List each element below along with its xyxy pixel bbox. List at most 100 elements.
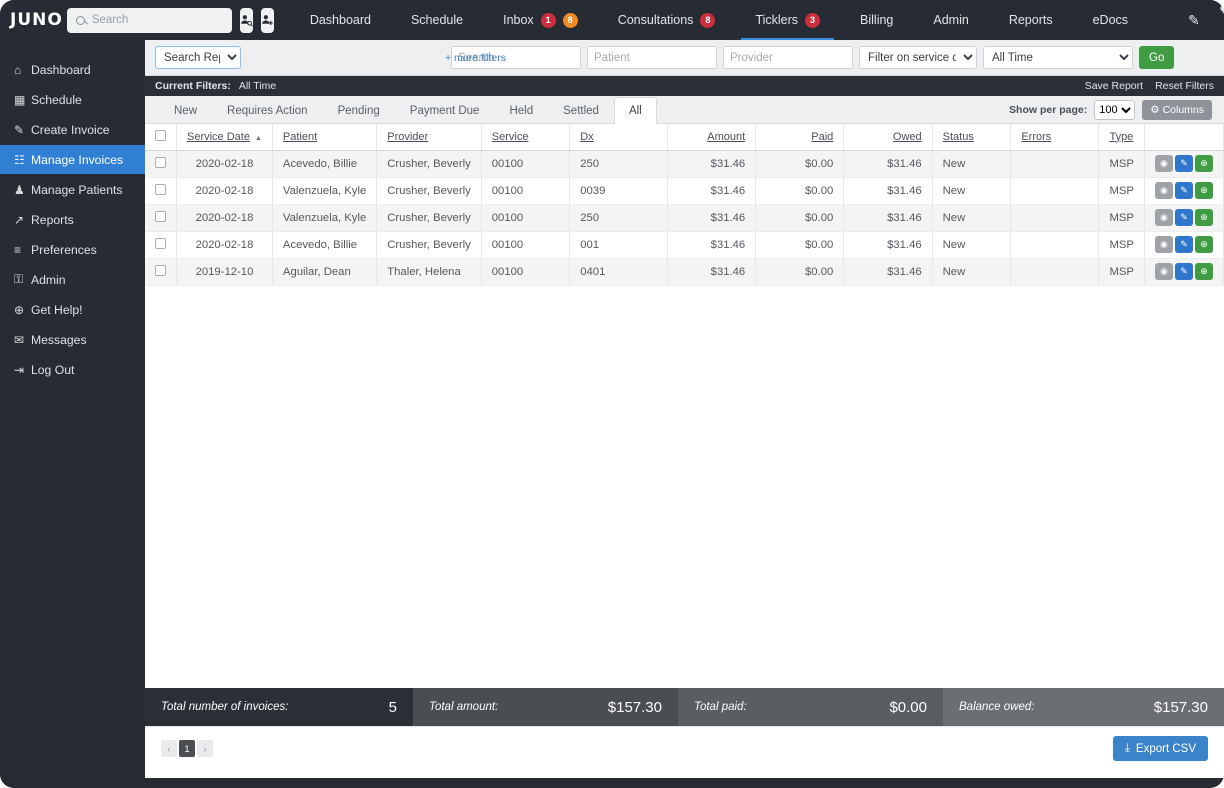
sidebar-item-manage-invoices[interactable]: ☷ Manage Invoices [0,145,145,174]
row-checkbox[interactable] [155,237,166,249]
tab-list: New Requires Action Pending Payment Due Held… [159,97,657,124]
add-invoice-button[interactable]: ⊕ [1194,182,1213,199]
nav-link-reports[interactable]: Reports [1009,0,1053,40]
cell-service: 00100 [481,231,571,259]
cell-errors [1010,177,1100,205]
table-row[interactable]: 2020-02-18 Acevedo, Billie Crusher, Beverl… [145,231,1224,259]
export-csv-button[interactable]: ⤓ Export CSV [1112,736,1208,761]
pager-page-1[interactable]: 1 [179,740,195,757]
more-filters-link[interactable]: + more filters [445,52,506,64]
view-invoice-button[interactable]: ◉ [1154,182,1173,199]
sidebar: ⌂ Dashboard ▦ Schedule ✎ Create Invoice ☷ Manag… [0,40,145,788]
row-checkbox[interactable] [155,183,166,195]
nav-link-ticklers[interactable]: Ticklers 3 [741,0,834,40]
nav-link-dashboard[interactable]: Dashboard [310,0,371,40]
sidebar-item-messages[interactable]: ✉ Messages [0,325,145,354]
table-row[interactable]: 2020-02-18 Valenzuela, Kyle Crusher, Bever… [145,177,1224,205]
juno-logo[interactable]: JUNO [10,10,63,30]
cell-provider: Crusher, Beverly [376,150,482,178]
nav-link-schedule[interactable]: Schedule [411,0,463,40]
add-invoice-button[interactable]: ⊕ [1194,155,1213,172]
sidebar-item-dashboard[interactable]: ⌂ Dashboard [0,55,145,84]
global-search[interactable] [66,7,232,33]
col-header-status[interactable]: Status [932,124,1012,151]
edit-invoice-button[interactable]: ✎ [1174,182,1193,199]
pager-next-button[interactable]: › [197,740,213,757]
row-checkbox[interactable] [155,210,166,222]
table-row[interactable]: 2020-02-18 Valenzuela, Kyle Crusher, Bever… [145,204,1224,232]
view-invoice-button[interactable]: ◉ [1154,236,1173,253]
col-header-label: Provider [387,130,429,143]
col-header-provider[interactable]: Provider [376,124,482,151]
edit-invoice-button[interactable]: ✎ [1174,263,1193,280]
add-invoice-button[interactable]: ⊕ [1194,236,1213,253]
reset-filters-link[interactable]: Reset Filters [1155,80,1214,92]
view-invoice-button[interactable]: ◉ [1154,209,1173,226]
tab-held[interactable]: Held [494,97,548,123]
tab-all[interactable]: All [613,97,657,124]
cell-owed: $31.46 [843,204,933,232]
nav-link-edocs[interactable]: eDocs [1093,0,1128,40]
tab-requires-action[interactable]: Requires Action [212,97,323,123]
save-report-link[interactable]: Save Report [1085,80,1143,92]
logout-icon: ⇥ [14,362,25,377]
col-header-errors[interactable]: Errors [1010,124,1100,151]
nav-link-billing[interactable]: Billing [860,0,893,40]
messages-icon[interactable]: 3 [1220,3,1224,37]
patient-filter-input[interactable] [587,46,717,69]
sidebar-item-schedule[interactable]: ▦ Schedule [0,85,145,114]
nav-link-inbox[interactable]: Inbox 1 8 [503,0,578,40]
view-invoice-button[interactable]: ◉ [1154,155,1173,172]
select-all-checkbox[interactable] [155,129,166,141]
row-checkbox[interactable] [155,264,166,276]
nav-link-admin[interactable]: Admin [933,0,968,40]
col-header-type[interactable]: Type [1098,124,1145,151]
cell-actions: ◉ ✎ ⊕ [1144,204,1224,232]
add-patient-icon[interactable] [260,7,274,33]
sidebar-item-get-help[interactable]: ⊕ Get Help! [0,295,145,324]
pager-prev-button[interactable]: ‹ [161,740,177,757]
cell-paid: $0.00 [755,204,845,232]
table-row[interactable]: 2020-02-18 Acevedo, Billie Crusher, Beverl… [145,150,1224,178]
edit-invoice-button[interactable]: ✎ [1174,155,1193,172]
col-header-patient[interactable]: Patient [272,124,378,151]
invoices-table-container: Service Date ▲ Patient Provider Service Dx Amo… [145,124,1224,688]
edit-invoice-button[interactable]: ✎ [1174,209,1193,226]
date-field-select[interactable]: Filter on service date [859,46,977,69]
row-checkbox[interactable] [155,156,166,168]
col-header-amount[interactable]: Amount [667,124,757,151]
per-page-select[interactable]: 100 [1094,100,1136,120]
sidebar-item-preferences[interactable]: ≡ Preferences [0,235,145,264]
sidebar-item-reports[interactable]: ↗ Reports [0,205,145,234]
col-header-service[interactable]: Service [481,124,571,151]
col-header-dx[interactable]: Dx [569,124,668,151]
columns-button[interactable]: ⚙ Columns [1142,100,1212,120]
col-header-service-date[interactable]: Service Date ▲ [176,124,273,151]
add-invoice-button[interactable]: ⊕ [1194,263,1213,280]
global-search-input[interactable] [91,14,232,26]
col-header-paid[interactable]: Paid [755,124,845,151]
col-header-owed[interactable]: Owed [843,124,933,151]
tab-pending[interactable]: Pending [323,97,395,123]
table-head: Service Date ▲ Patient Provider Service Dx Amo… [145,124,1224,151]
pencil-icon[interactable]: ✎ [1188,12,1200,29]
view-invoice-button[interactable]: ◉ [1154,263,1173,280]
patient-search-icon[interactable] [239,7,253,33]
sidebar-item-manage-patients[interactable]: ♟ Manage Patients [0,175,145,204]
time-range-select[interactable]: All Time [983,46,1133,69]
lifebuoy-icon: ⊕ [14,302,25,317]
tab-new[interactable]: New [159,97,212,123]
sidebar-item-admin[interactable]: ⚿ Admin [0,265,145,294]
provider-filter-input[interactable] [723,46,853,69]
table-row[interactable]: 2019-12-10 Aguilar, Dean Thaler, Helena 001… [145,258,1224,286]
nav-link-consultations[interactable]: Consultations 8 [618,0,716,40]
tab-settled[interactable]: Settled [548,97,614,123]
edit-invoice-button[interactable]: ✎ [1174,236,1193,253]
sidebar-item-log-out[interactable]: ⇥ Log Out [0,355,145,384]
go-button[interactable]: Go [1139,46,1175,69]
current-filters-bar: Current Filters: All Time Save Report Re… [145,76,1224,96]
sidebar-item-create-invoice[interactable]: ✎ Create Invoice [0,115,145,144]
add-invoice-button[interactable]: ⊕ [1194,209,1213,226]
search-report-select[interactable]: Search Report [155,46,241,69]
tab-payment-due[interactable]: Payment Due [395,97,495,123]
